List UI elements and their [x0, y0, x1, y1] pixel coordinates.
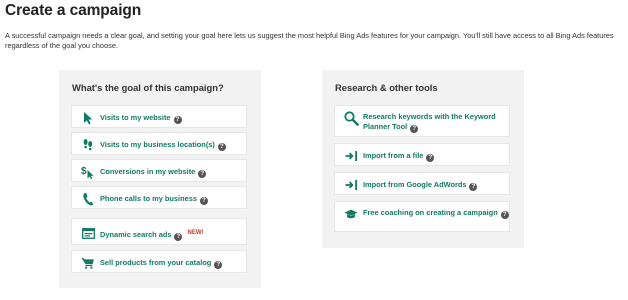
tool-label: Research keywords with the Keyword Plann… [363, 112, 496, 131]
goal-label: Conversions in my website [100, 167, 196, 176]
import-icon [343, 149, 359, 163]
svg-text:$: $ [81, 166, 87, 177]
tool-free-coaching[interactable]: Free coaching on creating a campaign? [334, 201, 510, 232]
tool-label: Import from a file [363, 151, 424, 160]
goals-heading: What's the goal of this campaign? [72, 82, 224, 93]
footsteps-icon [80, 138, 96, 152]
intro-text: A successful campaign needs a clear goal… [5, 31, 614, 50]
goal-label: Sell products from your catalog [100, 258, 212, 267]
goal-phone-calls[interactable]: Phone calls to my business? [71, 186, 247, 209]
tool-keyword-planner[interactable]: Research keywords with the Keyword Plann… [334, 105, 510, 137]
help-icon[interactable]: ? [199, 197, 208, 205]
help-icon[interactable]: ? [426, 154, 435, 162]
help-icon[interactable]: ? [214, 261, 223, 269]
page-title: Create a campaign [5, 2, 142, 19]
ad-window-icon [80, 226, 96, 240]
cursor-icon [80, 111, 96, 125]
phone-icon [80, 192, 96, 206]
tool-label: Free coaching on creating a campaign [363, 208, 498, 217]
tools-heading: Research & other tools [335, 82, 438, 93]
goal-label: Visits to my website [100, 113, 171, 122]
help-icon[interactable]: ? [500, 211, 509, 219]
goal-conversions[interactable]: $ Conversions in my website? [71, 159, 247, 182]
graduation-cap-icon [343, 207, 359, 221]
goal-sell-products[interactable]: Sell products from your catalog? [71, 250, 247, 273]
help-icon[interactable]: ? [469, 183, 478, 191]
tool-label: Import from Google AdWords [363, 180, 467, 189]
goal-visits-location[interactable]: Visits to my business location(s)? [71, 132, 247, 155]
tool-import-adwords[interactable]: Import from Google AdWords? [334, 172, 510, 195]
import-icon [343, 178, 359, 192]
help-icon[interactable]: ? [174, 233, 183, 241]
goal-label: Phone calls to my business [100, 194, 197, 203]
dollar-cursor-icon: $ [80, 165, 96, 179]
tool-import-file[interactable]: Import from a file? [334, 143, 510, 166]
new-badge: NEW! [187, 230, 204, 236]
help-icon[interactable]: ? [198, 170, 207, 178]
search-icon [343, 110, 359, 126]
cart-icon [80, 256, 96, 270]
goal-dynamic-search-ads[interactable]: Dynamic search ads ? NEW! [71, 218, 247, 245]
help-icon[interactable]: ? [173, 116, 182, 124]
goals-panel: What's the goal of this campaign? Visits… [59, 70, 261, 288]
goal-label: Visits to my business location(s) [100, 140, 215, 149]
goal-visits-website[interactable]: Visits to my website? [71, 105, 247, 128]
tools-panel: Research & other tools Research keywords… [322, 70, 524, 248]
help-icon[interactable]: ? [217, 143, 226, 151]
goal-label: Dynamic search ads [100, 230, 172, 239]
help-icon[interactable]: ? [410, 125, 419, 133]
